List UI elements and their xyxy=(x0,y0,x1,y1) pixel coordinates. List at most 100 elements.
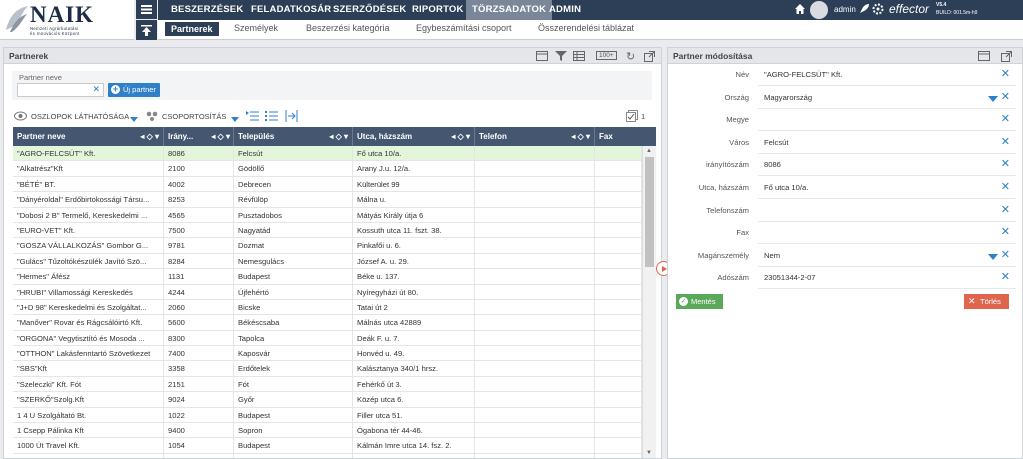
table-row[interactable]: "ORGONA" Vegytisztító és Mosoda ... 8300 T… xyxy=(13,330,642,347)
menu-button[interactable] xyxy=(136,0,157,19)
partner-name-input[interactable]: ✕ xyxy=(17,83,104,97)
delete-button[interactable]: ✕ Törlés xyxy=(964,294,1009,309)
cell-city: Békéscsaba xyxy=(234,315,353,331)
page-size-badge[interactable]: 100+ xyxy=(596,51,617,60)
field-input[interactable]: Fő utca 10/a. xyxy=(764,183,808,192)
vertical-scrollbar[interactable]: ▲ ▼ xyxy=(642,146,656,458)
clear-field-icon[interactable]: ✕ xyxy=(1001,90,1010,103)
col-zip[interactable]: Irány... ◂ ◇ ▾ xyxy=(164,127,234,146)
sort-filter-icon[interactable]: ◂ ◇ ▾ xyxy=(140,127,159,146)
table-row[interactable]: "SZERKŐ"Szolg.Kft 9024 Győr Közép utca 6. xyxy=(13,392,642,408)
clear-field-icon[interactable]: ✕ xyxy=(1001,248,1010,261)
table-row[interactable]: 10GHz Kft.5540SzarvasArany János utca 34… xyxy=(13,453,642,458)
field-input[interactable]: Felcsút xyxy=(764,138,788,147)
scroll-down-icon[interactable]: ▼ xyxy=(646,450,652,456)
cell-partner-name: "GOSZA VÁLLALKOZÁS" Gombor G... xyxy=(13,238,164,254)
table-row[interactable]: "Szeleczki" Kft. Fót 2151 Fót Fehérkő út 3. xyxy=(13,376,642,393)
cell-street: Málnás utca 42889 xyxy=(353,315,475,331)
collapse-button[interactable] xyxy=(136,20,157,40)
table-row[interactable]: "Dányéroldal" Erdőbirtokossági Társu... 8… xyxy=(13,192,642,208)
col-phone[interactable]: Telefon ◂ ◇ ▾ xyxy=(475,127,595,146)
table-row[interactable]: "AGRO-FELCSÚT" Kft. 8086 Felcsút Fő utca 10… xyxy=(13,146,642,162)
col-street[interactable]: Utca, házszám ◂ ◇ ▾ xyxy=(353,127,475,146)
clear-field-icon[interactable]: ✕ xyxy=(1001,67,1010,80)
refresh-icon[interactable]: ↻ xyxy=(626,50,635,63)
home-icon[interactable] xyxy=(794,3,806,17)
tab-partnerek[interactable]: Partnerek xyxy=(165,22,219,36)
table-row[interactable]: "SBS"Kft 3358 Erdőtelek Kalásztanya 340/1 h… xyxy=(13,361,642,377)
tab-egybeszamitasi-csoport[interactable]: Egybeszámítási csoport xyxy=(416,23,512,33)
sort-filter-icon[interactable]: ◂ ◇ ▾ xyxy=(211,127,230,146)
field-input[interactable]: Magyarország xyxy=(764,93,812,102)
clear-field-icon[interactable]: ✕ xyxy=(1001,203,1010,216)
avatar[interactable] xyxy=(810,1,828,19)
table-row[interactable]: "Alkatrész"Kft 2100 Gödöllő Arany J.u. 12/a… xyxy=(13,161,642,177)
tab-beszerzesi-kategoria[interactable]: Beszerzési kategória xyxy=(306,23,390,33)
clear-field-icon[interactable]: ✕ xyxy=(1001,180,1010,193)
table-icon[interactable] xyxy=(573,51,585,63)
clear-field-icon[interactable]: ✕ xyxy=(1001,135,1010,148)
scroll-up-icon[interactable]: ▲ xyxy=(646,148,652,154)
table-row[interactable]: "Dobosi 2 B" Termelő, Kereskedelmi ... 45… xyxy=(13,207,642,223)
field-input[interactable]: Nem xyxy=(764,251,780,260)
layout-icon[interactable] xyxy=(978,51,990,63)
field-input[interactable]: 23051344-2-07 xyxy=(764,273,816,282)
nav-admin[interactable]: ADMIN xyxy=(549,0,581,20)
clear-field-icon[interactable]: ✕ xyxy=(1001,157,1010,170)
scroll-thumb[interactable] xyxy=(645,157,654,267)
clear-field-icon[interactable]: ✕ xyxy=(1001,270,1010,283)
table-row[interactable]: 1 4 U Szolgáltató Bt. 1022 Budapest Filler … xyxy=(13,407,642,424)
table-row[interactable]: 1000 Út Travel Kft. 1054 Budapest Kálmán Im… xyxy=(13,438,642,454)
table-row[interactable]: "Gulács" Tűzoltókészülék Javító Szö... 82… xyxy=(13,253,642,270)
fit-columns-icon[interactable] xyxy=(285,110,298,124)
table-row[interactable]: "EURO-VET" Kft. 7500 Nagyatád Kossuth utca … xyxy=(13,222,642,239)
gear-icon[interactable] xyxy=(872,3,884,17)
nav-szerzodesek[interactable]: SZERZŐDÉSEK xyxy=(333,0,406,20)
popout-icon[interactable] xyxy=(1001,51,1012,64)
list-expand-icon[interactable] xyxy=(246,110,259,124)
columns-visibility-button[interactable]: OSZLOPOK LÁTHATÓSÁGA xyxy=(31,112,129,121)
filter-toggle-icon[interactable] xyxy=(555,51,567,63)
rocket-icon[interactable] xyxy=(858,3,870,17)
tab-szemelyek[interactable]: Személyek xyxy=(234,23,278,33)
clear-field-icon[interactable]: ✕ xyxy=(1001,112,1010,125)
dropdown-caret-icon[interactable] xyxy=(988,253,998,262)
nav-beszerzesek[interactable]: BESZERZÉSEK xyxy=(171,0,243,20)
grouping-button[interactable]: CSOPORTOSÍTÁS xyxy=(162,112,226,121)
table-row[interactable]: "Hermes" Áfész 1131 Budapest Béke u. 137. xyxy=(13,269,642,285)
table-row[interactable]: "GOSZA VÁLLALKOZÁS" Gombor G... 9781 Dozma… xyxy=(13,238,642,254)
clear-icon[interactable]: ✕ xyxy=(92,84,100,95)
tab-osszerendelesi-tablazat[interactable]: Összerendelési táblázat xyxy=(538,23,634,33)
eye-icon xyxy=(14,111,27,123)
col-fax[interactable]: Fax xyxy=(595,127,656,146)
field-input[interactable]: "AGRO-FELCSÚT" Kft. xyxy=(764,70,842,79)
cell-phone xyxy=(475,346,595,362)
table-row[interactable]: "J+D 98" Kereskedelmi és Szolgáltat... 20… xyxy=(13,299,642,316)
sort-filter-icon[interactable]: ◂ ◇ ▾ xyxy=(571,127,590,146)
nav-riportok[interactable]: RIPORTOK xyxy=(412,0,464,20)
caret-down-icon[interactable] xyxy=(231,115,239,124)
table-row[interactable]: "OTTHON" Lakásfenntartó Szövetkezet 7400 K… xyxy=(13,346,642,362)
cell-partner-name: "Manőver" Rovar és Rágcsálóirtó Kft. xyxy=(13,315,164,331)
sort-filter-icon[interactable]: ◂ ◇ ▾ xyxy=(329,127,348,146)
list-collapse-icon[interactable] xyxy=(265,110,278,124)
layout-icon[interactable] xyxy=(536,51,548,63)
table-row[interactable]: "HRUBI" Villamossági Kereskedés 4244 Újfeh… xyxy=(13,284,642,300)
sort-filter-icon[interactable]: ◂ ◇ ▾ xyxy=(451,127,470,146)
new-partner-button[interactable]: + Új partner xyxy=(108,83,160,97)
clear-field-icon[interactable]: ✕ xyxy=(1001,225,1010,238)
nav-feladatkosar[interactable]: FELADATKOSÁR xyxy=(251,0,331,20)
field-input[interactable]: 8086 xyxy=(764,160,781,169)
app-logo[interactable]: NAIK Nemzeti Agrárkutatási és Innovációs… xyxy=(0,0,134,40)
popout-icon[interactable] xyxy=(644,51,655,64)
col-city[interactable]: Település ◂ ◇ ▾ xyxy=(234,127,353,146)
table-row[interactable]: "Manőver" Rovar és Rágcsálóirtó Kft. 5600… xyxy=(13,315,642,331)
save-button[interactable]: ✓ Mentés xyxy=(676,294,723,309)
caret-down-icon[interactable] xyxy=(130,115,138,124)
table-row[interactable]: 1 Csepp Pálinka Kft 9400 Sopron Ógabona tér… xyxy=(13,423,642,439)
user-name[interactable]: admin xyxy=(834,5,856,14)
table-row[interactable]: "BÉTÉ" BT. 4002 Debrecen Külterület 99 xyxy=(13,176,642,193)
dropdown-caret-icon[interactable] xyxy=(988,95,998,104)
nav-torzsadatok[interactable]: TÖRZSADATOK xyxy=(466,0,553,20)
col-partner-name[interactable]: Partner neve ◂ ◇ ▾ xyxy=(13,127,164,146)
